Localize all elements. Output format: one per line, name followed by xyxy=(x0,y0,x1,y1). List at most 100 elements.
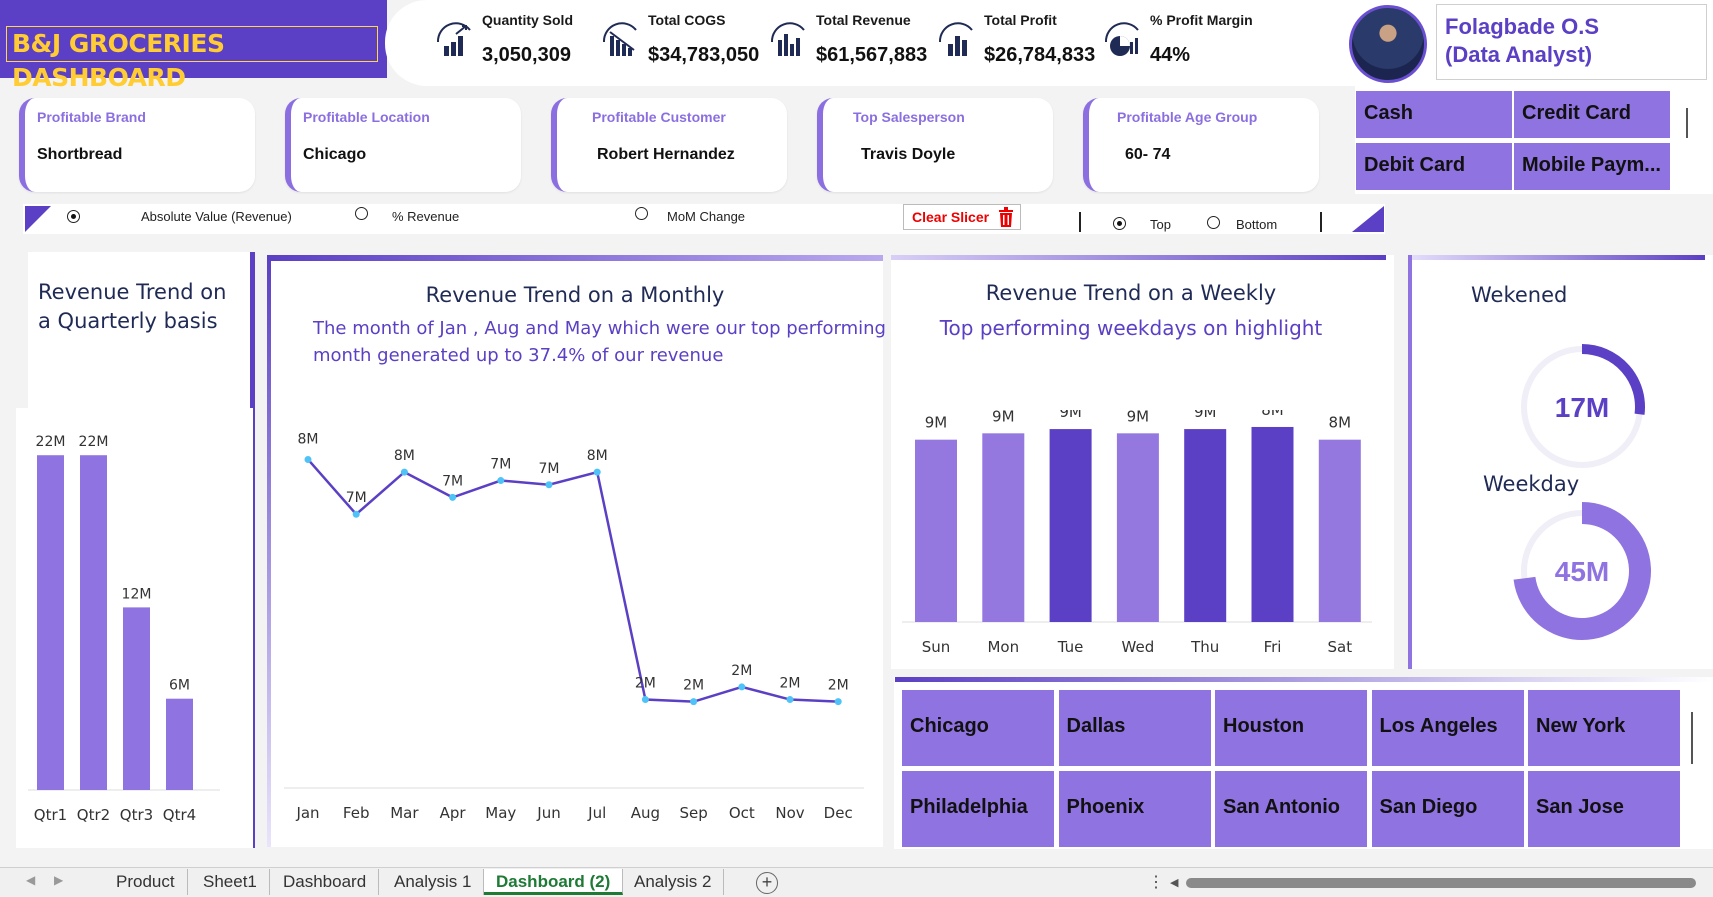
data-label: 2M xyxy=(731,663,752,679)
slicer-item-philadelphia[interactable]: Philadelphia xyxy=(902,771,1054,847)
tab-dashboard[interactable]: Dashboard xyxy=(271,869,380,895)
slicer-item-san-antonio[interactable]: San Antonio xyxy=(1215,771,1367,847)
tab-scroll-left-icon[interactable]: ◀ xyxy=(26,873,35,887)
tab-sheet1[interactable]: Sheet1 xyxy=(191,869,270,895)
radio-percent-revenue[interactable] xyxy=(355,207,368,220)
weekly-subtitle: Top performing weekdays on highlight xyxy=(939,316,1323,340)
data-label: 9M xyxy=(1194,410,1217,421)
slicer-item-dallas[interactable]: Dallas xyxy=(1058,690,1211,766)
add-sheet-icon[interactable]: + xyxy=(756,872,778,894)
tick-label: Thu xyxy=(1190,638,1219,656)
divider xyxy=(1079,212,1081,232)
data-point xyxy=(304,455,312,463)
slicer-item-cash[interactable]: Cash xyxy=(1356,91,1512,138)
bar xyxy=(1184,429,1227,622)
tick-label: Aug xyxy=(631,804,660,822)
slicer-item-los-angeles[interactable]: Los Angeles xyxy=(1371,690,1524,766)
radio-mom-change[interactable] xyxy=(635,207,648,220)
kpi-total-cogs: Total COGS $34,783,050 xyxy=(598,6,763,76)
option-label: Top xyxy=(1150,217,1171,232)
tick-label: May xyxy=(485,804,516,822)
tab-scroll-right-icon[interactable]: ▶ xyxy=(54,873,63,887)
tick-label: Jun xyxy=(536,804,560,822)
data-point xyxy=(352,510,360,518)
bar xyxy=(80,455,107,790)
bar xyxy=(1318,439,1361,622)
monthly-subtitle-line2: month generated up to 37.4% of our reven… xyxy=(313,345,724,366)
monthly-subtitle-line1: The month of Jan , Aug and May which wer… xyxy=(313,318,886,339)
card-value: Shortbread xyxy=(37,146,123,163)
tick-label: Feb xyxy=(343,804,370,822)
more-options-icon[interactable]: ⋮ xyxy=(1148,872,1164,892)
quarterly-title: Revenue Trend on a Quarterly basis xyxy=(38,280,227,333)
slicer-scrollbar[interactable] xyxy=(1686,108,1688,138)
bar xyxy=(1116,433,1159,622)
slicer-item-houston[interactable]: Houston xyxy=(1215,690,1367,766)
kpi-label: Total COGS xyxy=(648,12,726,28)
kpi-total-profit: Total Profit $26,784,833 xyxy=(934,6,1099,76)
analyst-role: (Data Analyst) xyxy=(1445,42,1593,67)
data-label: 9M xyxy=(1127,410,1150,425)
data-label: 2M xyxy=(780,676,801,692)
kpi-quantity-sold: Quantity Sold 3,050,309 xyxy=(432,6,582,76)
data-point xyxy=(834,698,842,706)
weekday-donut: 45M xyxy=(1513,502,1651,640)
data-label: 9M xyxy=(1059,410,1082,421)
tick-label: Qtr4 xyxy=(163,806,196,824)
slicer-item-mobile-payment[interactable]: Mobile Paym... xyxy=(1514,143,1670,190)
slicer-item-debit-card[interactable]: Debit Card xyxy=(1356,143,1512,190)
data-point xyxy=(593,468,601,476)
radio-top[interactable] xyxy=(1113,217,1126,230)
card-label: Profitable Customer xyxy=(592,109,726,125)
clear-slicer-button[interactable]: Clear Slicer xyxy=(903,204,1021,230)
data-label: 2M xyxy=(635,676,656,692)
tab-dashboard-2[interactable]: Dashboard (2) xyxy=(484,869,624,895)
radio-bottom[interactable] xyxy=(1207,216,1220,229)
card-label: Profitable Location xyxy=(303,109,430,125)
slicer-item-phoenix[interactable]: Phoenix xyxy=(1058,771,1211,847)
hscroll-left-icon[interactable]: ◀ xyxy=(1170,876,1178,889)
tick-label: Qtr3 xyxy=(120,806,153,824)
tab-analysis-1[interactable]: Analysis 1 xyxy=(382,869,485,895)
panel-accent-bar xyxy=(267,255,883,261)
tick-label: Qtr1 xyxy=(34,806,67,824)
radio-absolute-value[interactable] xyxy=(67,210,80,223)
slicer-scrollbar[interactable] xyxy=(1691,712,1693,764)
data-label: 8M xyxy=(1261,410,1284,419)
tab-product[interactable]: Product xyxy=(104,869,188,895)
slicer-item-credit-card[interactable]: Credit Card xyxy=(1514,91,1670,138)
trash-icon xyxy=(999,207,1013,227)
tick-label: Qtr2 xyxy=(77,806,110,824)
card-profitable-customer: Profitable Customer Robert Hernandez xyxy=(551,98,787,192)
card-label: Profitable Brand xyxy=(37,109,146,125)
slicer-item-san-jose[interactable]: San Jose xyxy=(1528,771,1680,847)
bar xyxy=(123,607,150,790)
card-top-salesperson: Top Salesperson Travis Doyle xyxy=(817,98,1053,192)
data-label: 6M xyxy=(169,678,190,694)
data-label: 8M xyxy=(1329,414,1352,432)
card-value: Robert Hernandez xyxy=(597,146,735,163)
kpi-label: Quantity Sold xyxy=(482,12,573,28)
tick-label: Apr xyxy=(440,804,467,822)
kpi-label: Total Revenue xyxy=(816,12,911,28)
weekend-donut: 17M xyxy=(1521,344,1645,468)
tick-label: Nov xyxy=(775,804,804,822)
card-profitable-age-group: Profitable Age Group 60- 74 xyxy=(1083,98,1319,192)
clear-slicer-label: Clear Slicer xyxy=(912,209,990,225)
weekday-value: 45M xyxy=(1555,556,1609,587)
bar-chart-mixed-icon xyxy=(770,22,805,56)
monthly-title: Revenue Trend on a Monthly xyxy=(425,283,725,307)
tick-label: Oct xyxy=(729,804,755,822)
bar-chart-icon xyxy=(938,22,973,56)
tab-analysis-2[interactable]: Analysis 2 xyxy=(622,869,725,895)
slicer-item-chicago[interactable]: Chicago xyxy=(902,690,1054,766)
slicer-item-san-diego[interactable]: San Diego xyxy=(1371,771,1524,847)
slicer-item-new-york[interactable]: New York xyxy=(1528,690,1680,766)
dashboard-title: B&J GROCERIES DASHBOARD xyxy=(6,26,378,92)
tick-label: Wed xyxy=(1122,638,1155,656)
panel-accent-bar xyxy=(1409,255,1705,260)
horizontal-scrollbar[interactable] xyxy=(1186,878,1696,888)
option-label: Bottom xyxy=(1236,217,1278,232)
kpi-value: $61,567,883 xyxy=(816,44,928,66)
tick-label: Jan xyxy=(295,804,319,822)
